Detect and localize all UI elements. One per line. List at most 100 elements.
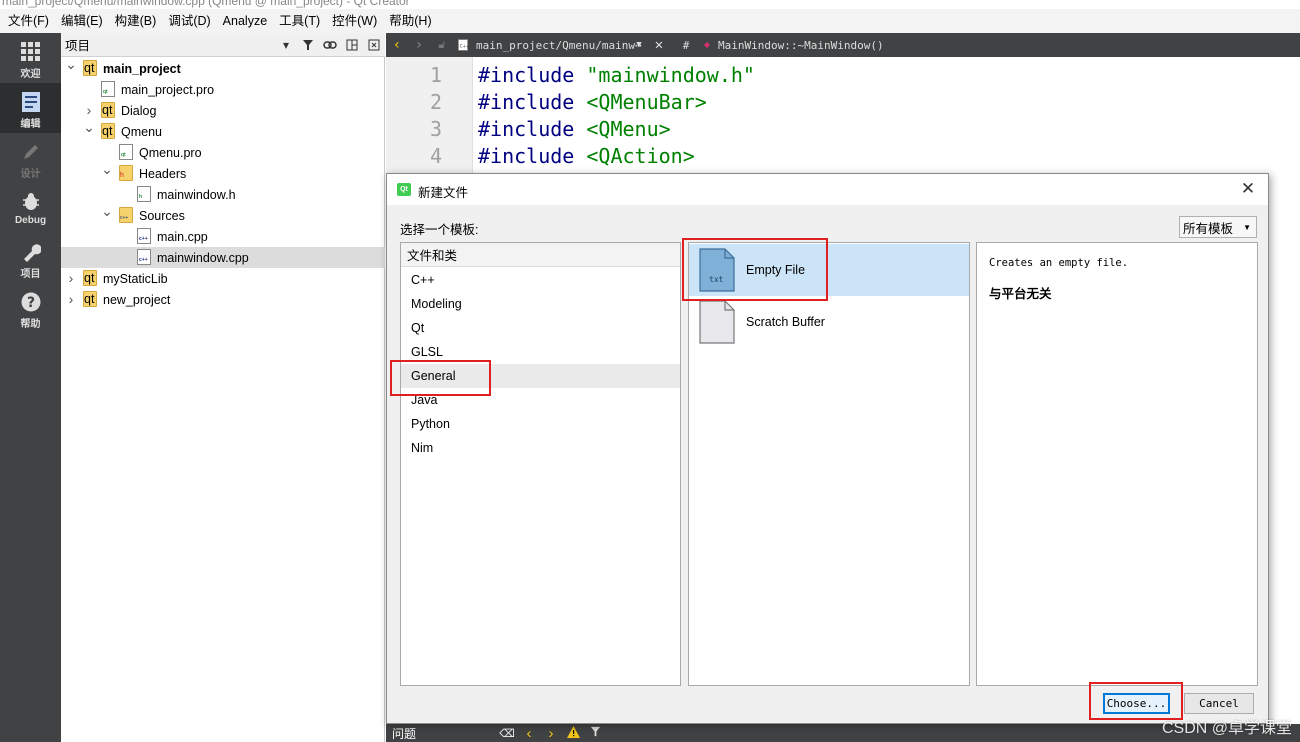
tree-item-label: Dialog	[121, 103, 157, 118]
menu-item[interactable]: 工具(T)	[273, 9, 326, 33]
line-number: 2	[429, 90, 442, 114]
mode-grid[interactable]: 欢迎	[0, 33, 61, 83]
next-issue-icon[interactable]: ›	[540, 725, 562, 742]
file-dropdown-icon[interactable]: ▼	[632, 33, 646, 57]
choose-button[interactable]: Choose...	[1103, 693, 1170, 714]
back-arrow-icon[interactable]: ‹	[386, 33, 408, 57]
category-item[interactable]: Java	[401, 388, 680, 412]
template-name: Empty File	[746, 263, 806, 277]
editor-toolbar: ‹ › 🔓︎ C++ main_project/Qmenu/mainw⋯ ▼ ✕…	[386, 33, 1300, 57]
code-line: #include <QMenu>	[478, 117, 671, 141]
text-file-icon: txt	[699, 248, 735, 292]
mode-label: 编辑	[20, 119, 41, 130]
tree-item[interactable]: c++ mainwindow.cpp	[61, 247, 385, 268]
tree-item[interactable]: ⌄ h Headers	[61, 161, 385, 184]
line-number: 1	[429, 63, 442, 87]
folder-icon: qt	[101, 102, 115, 118]
grid-icon	[20, 41, 42, 63]
close-file-icon[interactable]: ✕	[646, 33, 672, 57]
platform-text: 与平台无关	[989, 287, 1052, 301]
menu-item[interactable]: 编辑(E)	[55, 9, 109, 33]
folder-icon: qt	[83, 270, 97, 286]
preprocessor-directive: #include	[478, 117, 575, 141]
hash-symbol[interactable]: #	[672, 33, 700, 57]
cpp-file-icon: c++	[137, 228, 151, 244]
include-target: "mainwindow.h"	[586, 63, 755, 87]
mode-bug[interactable]: Debug	[0, 183, 61, 233]
header-file-icon: h	[137, 186, 151, 202]
template-item[interactable]: txt Empty File	[689, 244, 969, 296]
filter-icon[interactable]	[297, 33, 319, 57]
description-text: Creates an empty file.	[989, 257, 1129, 269]
choose-template-label: 选择一个模板:	[400, 223, 479, 237]
split-icon[interactable]	[341, 33, 363, 57]
mode-wrench[interactable]: 项目	[0, 233, 61, 283]
mode-label: Debug	[14, 215, 47, 226]
menu-item[interactable]: 帮助(H)	[383, 9, 437, 33]
forward-arrow-icon[interactable]: ›	[408, 33, 430, 57]
category-item[interactable]: C++	[401, 268, 680, 292]
clear-icon[interactable]: ⌫	[496, 727, 518, 740]
mode-document-edit[interactable]: 编辑	[0, 83, 61, 133]
tree-item[interactable]: c++ main.cpp	[61, 226, 385, 247]
source-folder-icon: c++	[119, 207, 133, 223]
menu-item[interactable]: 调试(D)	[162, 9, 216, 33]
qt-logo-icon: Qt	[397, 183, 411, 196]
mode-label: 欢迎	[20, 69, 41, 80]
category-item[interactable]: Modeling	[401, 292, 680, 316]
cancel-button[interactable]: Cancel	[1184, 693, 1254, 714]
chevron-down-icon[interactable]: ⌄	[83, 119, 95, 135]
watermark: CSDN @卓学课堂	[1161, 720, 1292, 737]
open-file-path[interactable]: main_project/Qmenu/mainw⋯	[472, 33, 642, 57]
close-panel-icon[interactable]	[363, 33, 385, 57]
chevron-right-icon[interactable]: ›	[65, 291, 77, 307]
mode-help[interactable]: ? 帮助	[0, 283, 61, 333]
mode-label: 帮助	[20, 319, 41, 330]
category-item[interactable]: Qt	[401, 316, 680, 340]
chevron-down-icon[interactable]: ⌄	[101, 203, 113, 219]
menu-item[interactable]: 构建(B)	[109, 9, 163, 33]
issues-label[interactable]: 问题	[386, 725, 496, 742]
tree-item-label: mainwindow.h	[157, 187, 236, 202]
tree-item[interactable]: › qt myStaticLib	[61, 268, 385, 289]
menu-item[interactable]: 控件(W)	[326, 9, 383, 33]
template-list: txt Empty File Scratch Buffer	[688, 242, 970, 686]
template-item[interactable]: Scratch Buffer	[689, 296, 969, 348]
tree-item[interactable]: qt main_project.pro	[61, 79, 385, 100]
tree-item[interactable]: ⌄ qt Qmenu	[61, 119, 385, 142]
link-icon[interactable]	[319, 33, 341, 57]
pro-file-icon: qt	[101, 81, 115, 97]
panel-dropdown-icon[interactable]: ▾	[275, 33, 297, 57]
category-item[interactable]: Nim	[401, 436, 680, 460]
menu-item[interactable]: Analyze	[217, 9, 273, 33]
template-filter-value: 所有模板	[1183, 221, 1234, 236]
current-symbol[interactable]: MainWindow::~MainWindow()	[714, 33, 888, 57]
dialog-close-icon[interactable]: ✕	[1238, 179, 1258, 199]
category-item[interactable]: General	[401, 364, 680, 388]
warning-icon[interactable]	[562, 725, 584, 741]
preprocessor-directive: #include	[478, 63, 575, 87]
chevron-right-icon[interactable]: ›	[65, 270, 77, 286]
chevron-down-icon[interactable]: ⌄	[101, 161, 113, 177]
menu-item[interactable]: 文件(F)	[2, 9, 55, 33]
category-item[interactable]: Python	[401, 412, 680, 436]
filter-issues-icon[interactable]	[584, 726, 606, 740]
template-filter-select[interactable]: 所有模板 ▼	[1179, 216, 1257, 238]
window-titlebar: main_project/Qmenu/mainwindow.cpp (Qmenu…	[0, 0, 1300, 9]
line-number: 4	[429, 144, 442, 168]
code-line: #include <QMenuBar>	[478, 90, 707, 114]
tree-item[interactable]: › qt Dialog	[61, 100, 385, 121]
tree-item-label: main_project.pro	[121, 82, 215, 97]
document-edit-icon	[20, 91, 42, 113]
category-item[interactable]: GLSL	[401, 340, 680, 364]
prev-issue-icon[interactable]: ‹	[518, 725, 540, 742]
mode-pencil[interactable]: 设计	[0, 133, 61, 183]
project-panel-header: 项目 ▾	[61, 33, 385, 57]
chevron-down-icon[interactable]: ⌄	[65, 56, 77, 72]
tree-item[interactable]: ⌄ c++ Sources	[61, 203, 385, 226]
tree-item[interactable]: › qt new_project	[61, 289, 385, 310]
header-folder-icon: h	[119, 165, 133, 181]
wrench-icon	[20, 241, 42, 263]
chevron-right-icon[interactable]: ›	[83, 102, 95, 118]
tree-item[interactable]: ⌄ qt main_project	[61, 56, 385, 79]
